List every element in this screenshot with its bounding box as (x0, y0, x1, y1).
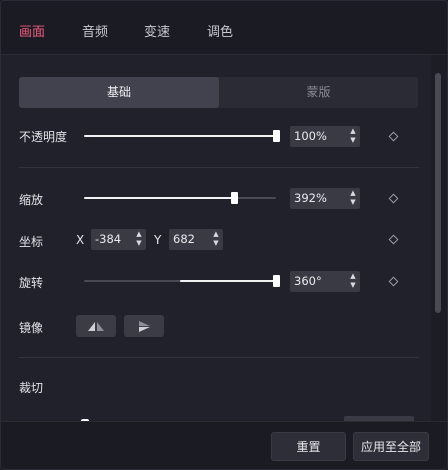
divider (19, 357, 419, 358)
down-arrow-icon[interactable]: ▼ (348, 281, 358, 290)
up-arrow-icon[interactable]: ▲ (134, 230, 144, 239)
flip-horizontal-icon (88, 322, 104, 331)
position-x-label: X (76, 233, 85, 247)
scale-value: 392% (294, 191, 327, 205)
flip-horizontal-button[interactable] (76, 315, 116, 337)
rotation-keyframe-icon[interactable] (388, 276, 399, 287)
flip-vertical-button[interactable] (124, 315, 164, 337)
position-keyframe-icon[interactable] (388, 234, 399, 245)
rotation-value: 360° (294, 274, 322, 288)
up-arrow-icon[interactable]: ▲ (348, 127, 358, 136)
up-arrow-icon[interactable]: ▲ (211, 230, 221, 239)
scale-keyframe-icon[interactable] (388, 193, 399, 204)
subtab-switch: 基础 蒙版 (19, 77, 418, 108)
position-x-stepper[interactable]: ▲ ▼ (134, 230, 144, 249)
scale-stepper[interactable]: ▲ ▼ (348, 189, 358, 208)
scrollbar[interactable] (435, 73, 441, 313)
position-y-stepper[interactable]: ▲ ▼ (211, 230, 221, 249)
scale-slider[interactable] (84, 192, 276, 204)
position-x-field[interactable]: -384 ▲ ▼ (91, 229, 146, 250)
settings-content: 基础 蒙版 不透明度 100% ▲ ▼ 缩放 392% ▲ ▼ 坐标 X -38… (1, 55, 431, 421)
position-y-value: 682 (173, 232, 195, 246)
tab-picture[interactable]: 画面 (19, 21, 45, 40)
slider-fill (84, 135, 276, 137)
rotation-stepper[interactable]: ▲ ▼ (348, 272, 358, 291)
opacity-label: 不透明度 (19, 130, 68, 144)
down-arrow-icon[interactable]: ▼ (134, 239, 144, 248)
apply-all-button[interactable]: 应用至全部 (353, 432, 429, 461)
mirror-label: 镜像 (19, 321, 44, 335)
slider-handle[interactable] (273, 275, 280, 287)
down-arrow-icon[interactable]: ▼ (211, 239, 221, 248)
reset-button[interactable]: 重置 (271, 432, 346, 461)
opacity-stepper[interactable]: ▲ ▼ (348, 127, 358, 146)
opacity-keyframe-icon[interactable] (388, 131, 399, 142)
up-arrow-icon[interactable]: ▲ (348, 189, 358, 198)
subtab-mask[interactable]: 蒙版 (219, 77, 418, 108)
slider-handle[interactable] (273, 130, 280, 142)
position-y-field[interactable]: 682 ▲ ▼ (169, 229, 223, 250)
rotation-slider[interactable] (84, 275, 280, 287)
position-label: 坐标 (19, 235, 44, 249)
flip-vertical-icon (139, 321, 150, 332)
tab-audio[interactable]: 音频 (82, 21, 108, 40)
up-arrow-icon[interactable]: ▲ (348, 272, 358, 281)
opacity-slider[interactable] (84, 130, 280, 142)
opacity-field[interactable]: 100% ▲ ▼ (290, 126, 360, 147)
properties-panel: 画面 音频 变速 调色 基础 蒙版 不透明度 100% ▲ ▼ 缩放 392% … (0, 0, 448, 470)
subtab-basic[interactable]: 基础 (19, 77, 219, 108)
rotation-label: 旋转 (19, 276, 44, 290)
divider (19, 167, 419, 168)
down-arrow-icon[interactable]: ▼ (348, 136, 358, 145)
scale-field[interactable]: 392% ▲ ▼ (290, 188, 360, 209)
position-y-label: Y (154, 233, 162, 247)
top-tabs: 画面 音频 变速 调色 (1, 1, 447, 55)
crop-label: 裁切 (19, 381, 44, 395)
rotation-field[interactable]: 360° ▲ ▼ (290, 271, 360, 292)
tab-color[interactable]: 调色 (207, 21, 233, 40)
slider-fill (180, 280, 276, 282)
slider-handle[interactable] (231, 192, 238, 204)
slider-fill (84, 197, 234, 199)
position-x-value: -384 (95, 232, 122, 246)
opacity-value: 100% (294, 129, 327, 143)
tab-speed[interactable]: 变速 (144, 21, 170, 40)
footer-bar: 重置 应用至全部 (1, 421, 447, 469)
down-arrow-icon[interactable]: ▼ (348, 198, 358, 207)
scale-label: 缩放 (19, 193, 44, 207)
